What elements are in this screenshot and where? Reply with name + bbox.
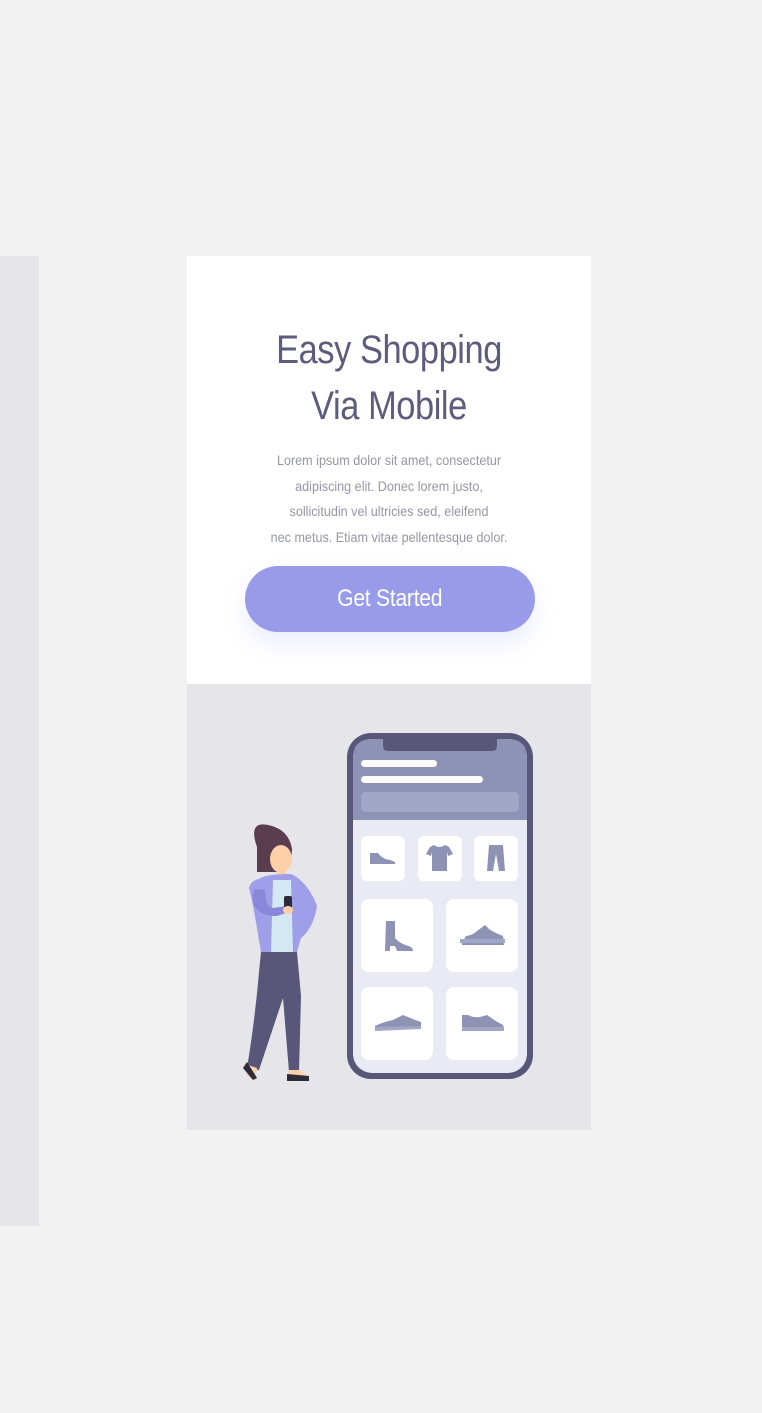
title-line-2: Via Mobile bbox=[311, 384, 467, 428]
card-content: Easy Shopping Via Mobile Lorem ipsum dol… bbox=[187, 256, 591, 684]
get-started-label: Get Started bbox=[337, 585, 443, 612]
side-panel bbox=[0, 256, 39, 1226]
description-line: nec metus. Etiam vitae pellentesque dolo… bbox=[270, 528, 508, 545]
shopping-illustration bbox=[243, 733, 533, 1081]
description-line: adipiscing elit. Donec lorem justo, bbox=[295, 477, 483, 494]
page-title: Easy Shopping Via Mobile bbox=[215, 322, 562, 434]
description-line: Lorem ipsum dolor sit amet, consectetur bbox=[276, 452, 502, 468]
illustration-panel bbox=[187, 684, 591, 1130]
onboarding-card: Easy Shopping Via Mobile Lorem ipsum dol… bbox=[187, 256, 591, 1130]
title-line-1: Easy Shopping bbox=[276, 328, 502, 372]
get-started-button[interactable]: Get Started bbox=[245, 566, 535, 632]
description: Lorem ipsum dolor sit amet, consectetur … bbox=[263, 448, 515, 550]
woman-figure bbox=[243, 824, 317, 1081]
phone-mockup bbox=[347, 733, 533, 1079]
description-line: sollicitudin vel ultricies sed, eleifend bbox=[289, 503, 489, 519]
